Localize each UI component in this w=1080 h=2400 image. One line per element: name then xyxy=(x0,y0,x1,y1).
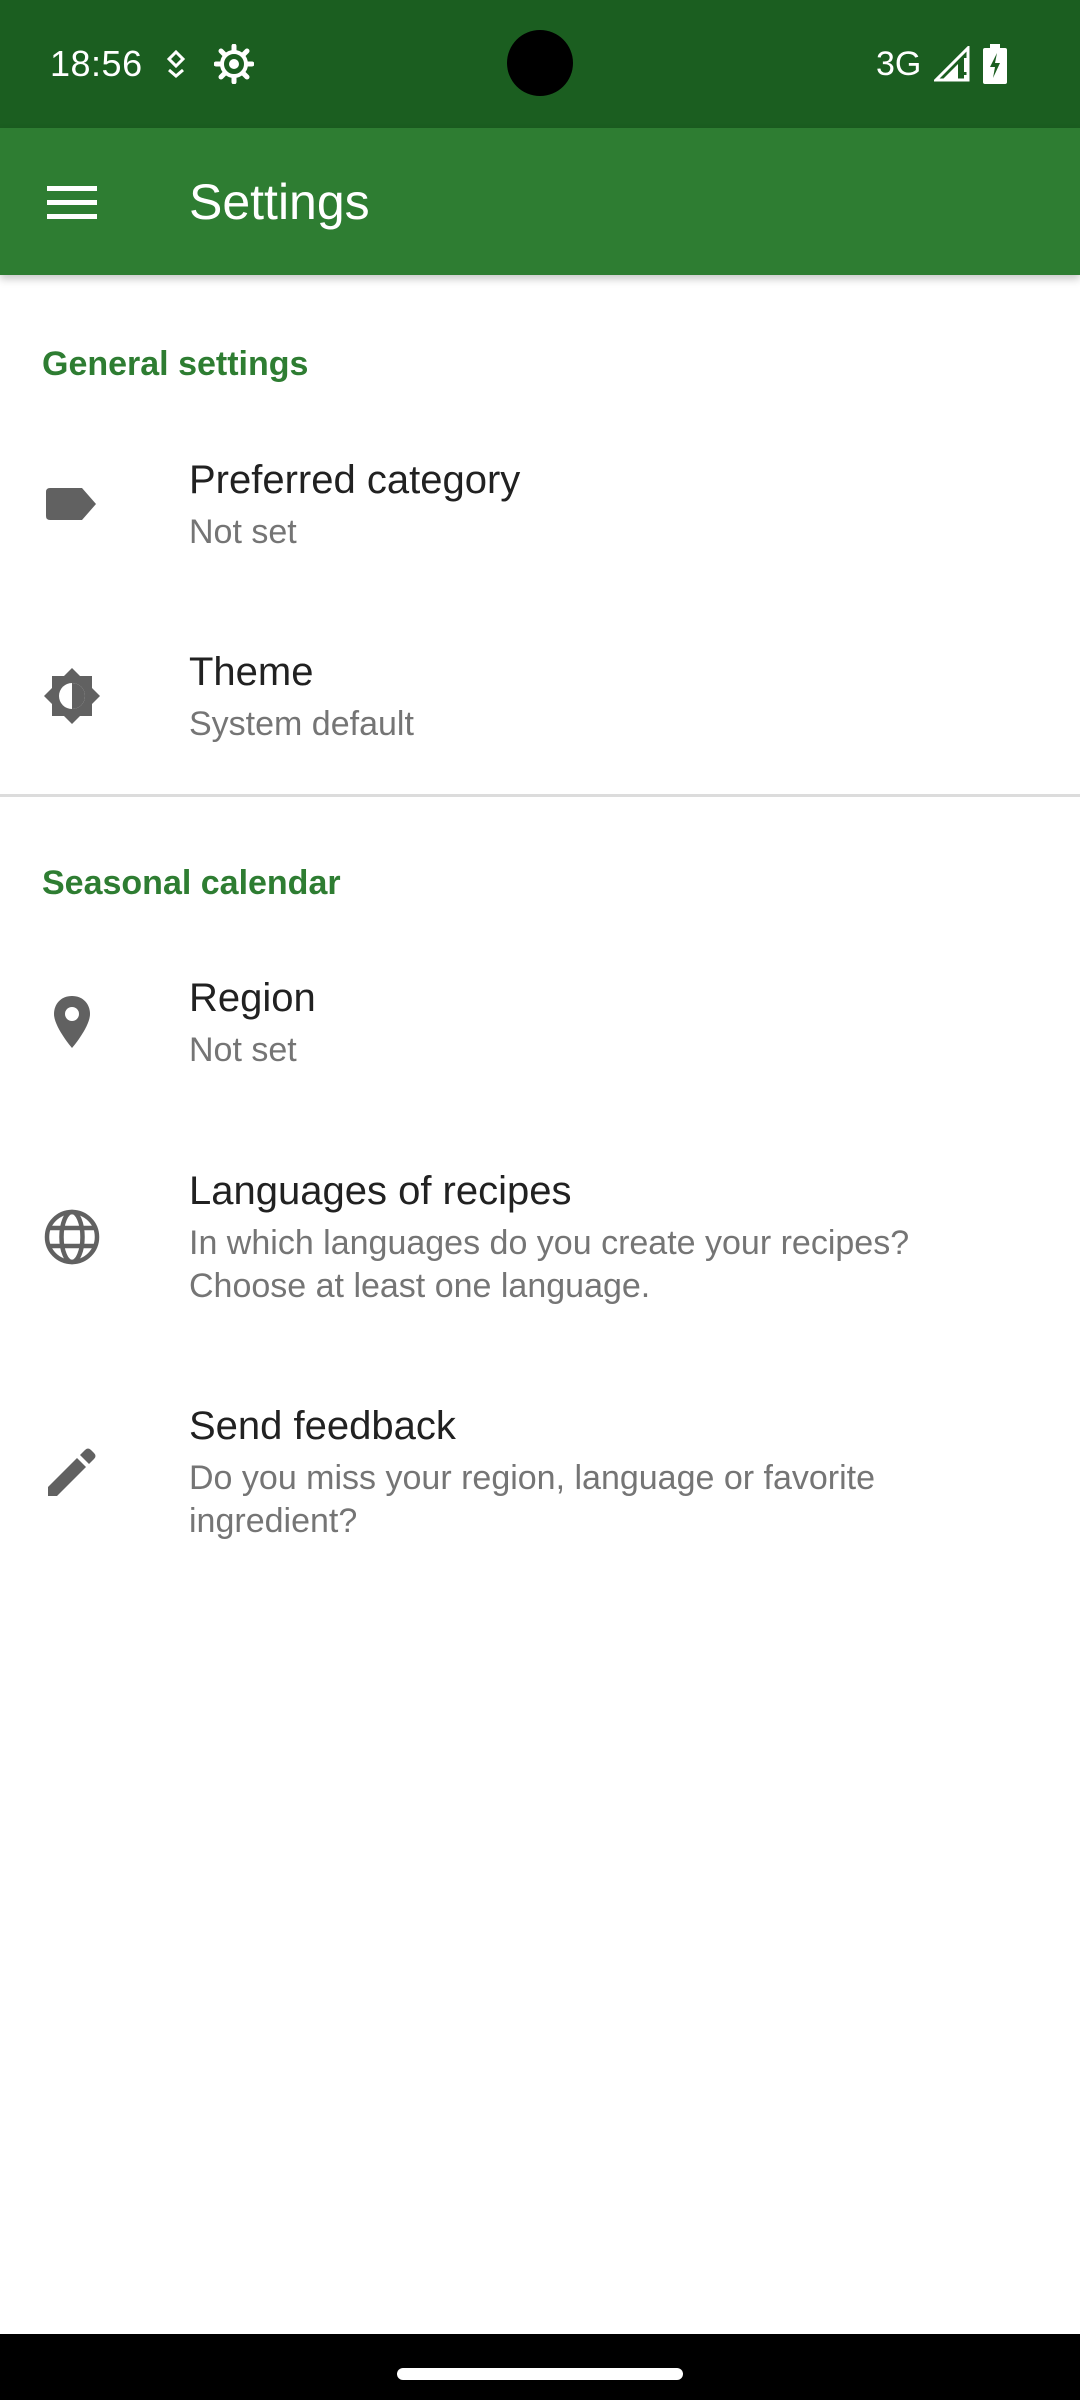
preference-title: Region xyxy=(189,976,316,1020)
camera-cutout xyxy=(507,30,573,96)
hamburger-menu-icon xyxy=(47,186,97,219)
label-icon xyxy=(46,488,96,520)
location-pin-icon xyxy=(54,996,90,1048)
menu-button[interactable] xyxy=(28,158,116,246)
preference-summary: Do you miss your region, language or fav… xyxy=(189,1459,876,1540)
preference-summary: In which languages do you create your re… xyxy=(189,1224,910,1305)
settings-gear-icon xyxy=(214,44,254,84)
settings-screen: 18:56 3G Settings General settings Prefe… xyxy=(0,0,1080,2400)
preference-summary: System default xyxy=(189,705,414,743)
battery-charging-icon xyxy=(983,44,1007,84)
brightness-icon xyxy=(44,668,100,724)
network-type: 3G xyxy=(876,45,922,83)
preference-summary: Not set xyxy=(189,1031,297,1069)
preference-preferred-category[interactable]: Preferred category Not set xyxy=(0,430,1080,580)
preference-title: Languages of recipes xyxy=(189,1169,572,1213)
preference-title: Theme xyxy=(189,650,314,694)
section-header-seasonal-calendar: Seasonal calendar xyxy=(42,864,341,902)
section-header-general-settings: General settings xyxy=(42,345,309,383)
page-title: Settings xyxy=(189,174,370,230)
pencil-icon xyxy=(48,1448,96,1496)
signal-icon xyxy=(934,46,970,82)
preference-summary: Not set xyxy=(189,513,297,551)
preference-languages-of-recipes[interactable]: Languages of recipes In which languages … xyxy=(0,1140,1080,1330)
preference-send-feedback[interactable]: Send feedback Do you miss your region, l… xyxy=(0,1375,1080,1565)
preference-title: Preferred category xyxy=(189,458,521,502)
navigation-bar xyxy=(0,2334,1080,2400)
status-time: 18:56 xyxy=(50,43,143,84)
preference-title: Send feedback xyxy=(189,1404,456,1448)
section-divider xyxy=(0,794,1080,797)
preference-theme[interactable]: Theme System default xyxy=(0,622,1080,772)
preference-region[interactable]: Region Not set xyxy=(0,948,1080,1098)
home-gesture-handle[interactable] xyxy=(397,2368,683,2380)
status-bar: 18:56 3G xyxy=(0,0,1080,128)
notification-icon xyxy=(166,50,186,78)
app-bar: Settings xyxy=(0,128,1080,275)
globe-icon xyxy=(44,1209,100,1265)
